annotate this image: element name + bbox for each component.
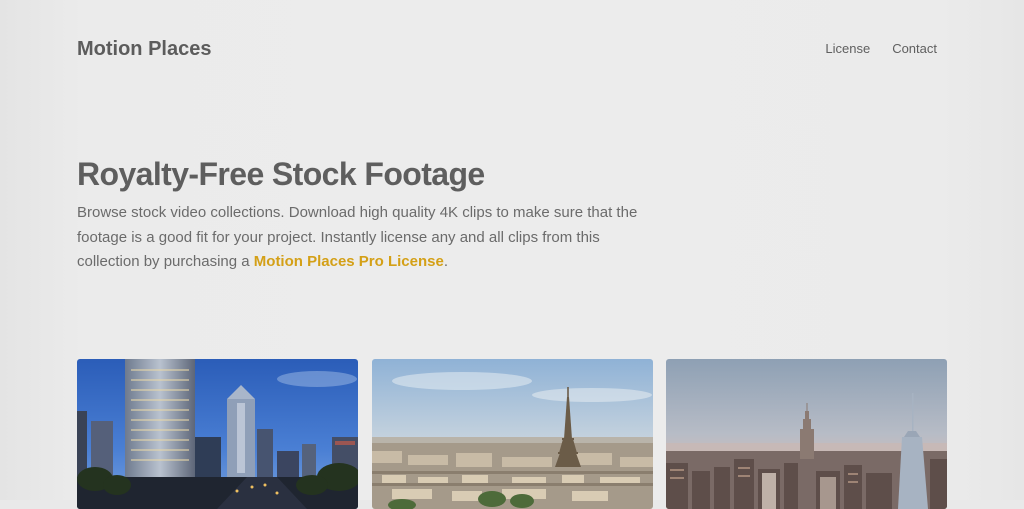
hero-description: Browse stock video collections. Download… — [77, 201, 647, 275]
new-york-thumbnail — [666, 359, 947, 509]
hero-description-end: . — [443, 253, 449, 270]
nav-link-license[interactable]: License — [825, 36, 870, 62]
hero-section: Royalty-Free Stock Footage Browse stock … — [77, 156, 657, 275]
collection-card-new-york[interactable] — [666, 359, 947, 509]
page: Motion Places License Contact Royalty-Fr… — [0, 0, 1024, 509]
paris-thumbnail — [372, 359, 653, 509]
collection-card-paris[interactable] — [372, 359, 653, 509]
collection-grid — [77, 359, 947, 509]
page-title: Royalty-Free Stock Footage — [77, 156, 485, 192]
los-angeles-thumbnail — [77, 359, 358, 509]
site-logo[interactable]: Motion Places — [77, 36, 211, 62]
main-nav: License Contact — [825, 36, 937, 62]
pro-license-link[interactable]: Motion Places Pro License — [254, 253, 444, 270]
nav-link-contact[interactable]: Contact — [892, 36, 937, 62]
site-header: Motion Places License Contact — [77, 36, 937, 62]
collection-card-los-angeles[interactable] — [77, 359, 358, 509]
